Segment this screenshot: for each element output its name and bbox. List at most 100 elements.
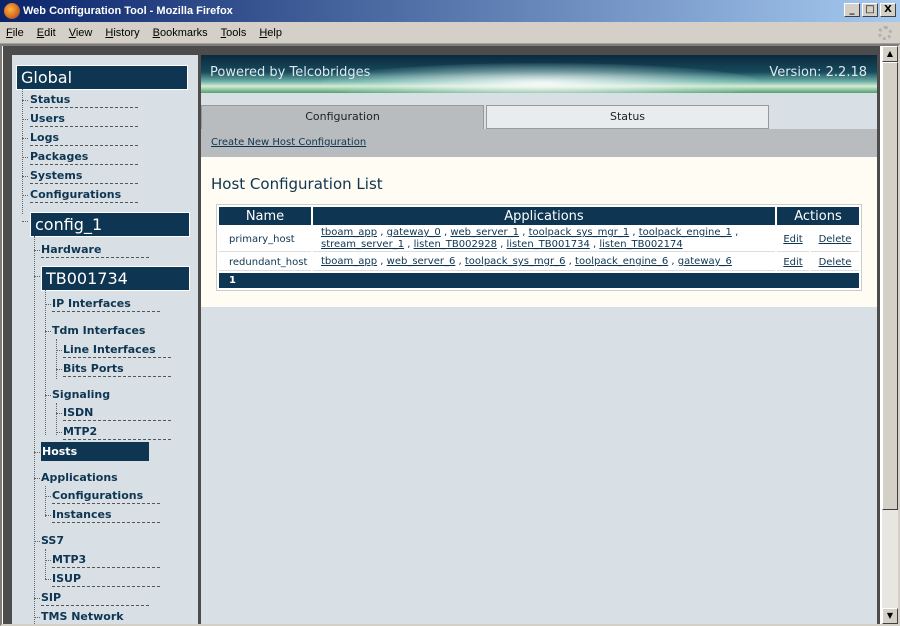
sidebar-item-signaling[interactable]: Signaling	[52, 387, 160, 402]
delete-link[interactable]: Delete	[811, 254, 859, 271]
app-link[interactable]: toolpack_sys_mgr_1	[529, 227, 630, 238]
firefox-icon	[4, 3, 20, 19]
tree-branch	[22, 119, 28, 120]
sidebar-item-bits-ports[interactable]: Bits Ports	[63, 361, 171, 377]
create-host-link[interactable]: Create New Host Configuration	[211, 137, 366, 148]
sidebar-item-instances[interactable]: Instances	[52, 507, 160, 523]
menu-view[interactable]: View	[69, 27, 93, 39]
menu-history[interactable]: History	[105, 27, 139, 39]
app-link[interactable]: toolpack_engine_6	[575, 256, 668, 267]
global-header[interactable]: Global	[16, 65, 188, 90]
sidebar-item-status[interactable]: Status	[30, 92, 138, 108]
sidebar-item-configurations[interactable]: Configurations	[30, 187, 138, 203]
tab-toolbar: Create New Host Configuration	[201, 129, 877, 157]
column-header-applications: Applications	[313, 207, 775, 225]
sidebar-item-isdn[interactable]: ISDN	[63, 405, 171, 421]
app-link[interactable]: toolpack_sys_mgr_6	[465, 256, 566, 267]
app-link[interactable]: gateway_6	[678, 256, 732, 267]
sidebar-item-systems[interactable]: Systems	[30, 168, 138, 184]
app-link[interactable]: tboam_app	[321, 227, 377, 238]
close-button[interactable]: X	[880, 3, 896, 17]
tree-line	[45, 290, 46, 435]
table-footer-row: 1	[219, 273, 859, 288]
app-link[interactable]: listen_TB002174	[599, 239, 682, 250]
tab-configuration[interactable]: Configuration	[201, 105, 484, 130]
sidebar-item-users[interactable]: Users	[30, 111, 138, 127]
tree-branch	[34, 478, 40, 479]
tree-branch	[45, 496, 51, 497]
scroll-down-arrow-icon[interactable]: ▼	[882, 608, 898, 624]
device-header[interactable]: TB001734	[41, 266, 190, 291]
tree-branch	[56, 350, 62, 351]
scroll-thumb[interactable]	[882, 62, 898, 510]
sidebar-item-tdm-interfaces[interactable]: Tdm Interfaces	[52, 323, 160, 338]
scroll-up-arrow-icon[interactable]: ▲	[882, 46, 898, 62]
table-row: primary_host tboam_app , gateway_0 , web…	[219, 227, 859, 252]
sidebar-item-sip[interactable]: SIP	[41, 590, 149, 606]
table-row: redundant_host tboam_app , web_server_6 …	[219, 254, 859, 271]
tree-branch	[34, 452, 40, 453]
tree-branch	[34, 276, 40, 277]
minimize-button[interactable]: _	[844, 3, 860, 17]
main-content: Powered by Telcobridges Version: 2.2.18 …	[201, 55, 877, 624]
edit-link[interactable]: Edit	[777, 254, 809, 271]
tree-branch	[34, 541, 40, 542]
sidebar-item-line-interfaces[interactable]: Line Interfaces	[63, 342, 171, 358]
edit-link[interactable]: Edit	[777, 227, 809, 252]
sidebar-item-isup[interactable]: ISUP	[52, 571, 160, 587]
header-banner: Powered by Telcobridges Version: 2.2.18	[201, 55, 877, 93]
window-controls: _ □ X	[844, 3, 896, 17]
host-name: redundant_host	[219, 254, 311, 271]
maximize-button[interactable]: □	[862, 3, 878, 17]
table-header-row: Name Applications Actions	[219, 207, 859, 225]
app-link[interactable]: tboam_app	[321, 256, 377, 267]
sidebar-item-logs[interactable]: Logs	[30, 130, 138, 146]
tree-branch	[45, 304, 51, 305]
page-title: Host Configuration List	[211, 175, 383, 193]
sidebar-item-app-configurations[interactable]: Configurations	[52, 488, 160, 504]
app-link[interactable]: gateway_0	[387, 227, 441, 238]
menu-help[interactable]: Help	[259, 27, 282, 39]
menu-bookmarks[interactable]: Bookmarks	[153, 27, 208, 39]
sidebar-item-ss7[interactable]: SS7	[41, 533, 149, 548]
tree-branch	[45, 560, 51, 561]
sidebar-item-ip-interfaces[interactable]: IP Interfaces	[52, 296, 160, 312]
tree-branch	[22, 221, 28, 222]
sidebar-item-mtp2[interactable]: MTP2	[63, 424, 171, 440]
tree-branch	[22, 138, 28, 139]
app-link[interactable]: toolpack_engine_1	[639, 227, 732, 238]
app-link[interactable]: stream_server_1	[321, 239, 404, 250]
vertical-scrollbar[interactable]: ▲ ▼	[882, 46, 898, 624]
host-name: primary_host	[219, 227, 311, 252]
delete-link[interactable]: Delete	[811, 227, 859, 252]
sidebar-item-packages[interactable]: Packages	[30, 149, 138, 165]
tree-line	[45, 549, 46, 579]
tree-branch	[22, 195, 28, 196]
sidebar-item-tms-network[interactable]: TMS Network	[41, 609, 149, 624]
menu-edit[interactable]: Edit	[37, 27, 56, 39]
config-header[interactable]: config_1	[30, 212, 190, 237]
menu-tools[interactable]: Tools	[221, 27, 247, 39]
tree-branch	[22, 176, 28, 177]
sidebar-item-hosts[interactable]: Hosts	[41, 442, 149, 461]
tree-branch	[34, 250, 40, 251]
app-link[interactable]: web_server_1	[450, 227, 519, 238]
app-link[interactable]: listen_TB001734	[506, 239, 589, 250]
menu-file[interactable]: File	[6, 27, 24, 39]
tree-branch	[45, 515, 51, 516]
tree-branch	[34, 598, 40, 599]
column-header-name: Name	[219, 207, 311, 225]
tree-branch	[56, 413, 62, 414]
app-link[interactable]: listen_TB002928	[414, 239, 497, 250]
sidebar-item-hardware[interactable]: Hardware	[41, 242, 149, 258]
app-link[interactable]: web_server_6	[387, 256, 456, 267]
tab-status[interactable]: Status	[486, 105, 769, 129]
host-applications: tboam_app , gateway_0 , web_server_1 , t…	[313, 227, 775, 252]
page-canvas: Global Status Users Logs Packages System…	[3, 46, 880, 624]
tree-line	[34, 236, 35, 624]
host-table: Name Applications Actions primary_host t…	[216, 204, 862, 291]
sidebar-item-mtp3[interactable]: MTP3	[52, 552, 160, 568]
pagination-page[interactable]: 1	[219, 273, 859, 288]
column-header-actions: Actions	[777, 207, 859, 225]
sidebar-item-applications[interactable]: Applications	[41, 470, 149, 485]
